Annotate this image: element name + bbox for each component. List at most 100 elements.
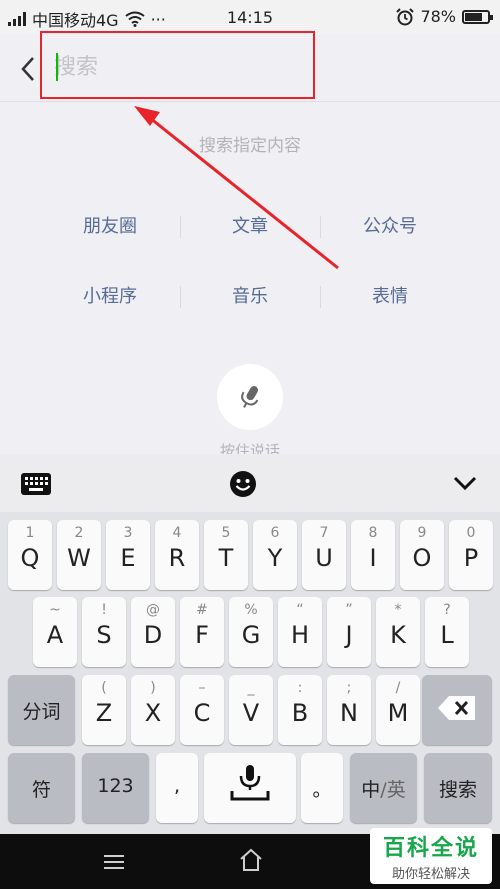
soft-keyboard: 1 Q 2 W 3 E 4 R 5 T 6 Y 7 U 8 I 9 O 0 P ~ A! S @ D # F% G “H” J * K? L(Z…	[0, 454, 500, 834]
key-l[interactable]: ? L	[425, 597, 469, 667]
symbols-key-label: 符	[31, 779, 51, 801]
key-s[interactable]: ! S	[82, 597, 126, 667]
key-w[interactable]: 2W	[57, 520, 101, 590]
numbers-key[interactable]: 123	[82, 753, 149, 823]
key-a[interactable]: ~ A	[33, 597, 77, 667]
category-moments[interactable]: 朋友圈	[40, 212, 180, 238]
chevron-left-icon[interactable]	[16, 54, 40, 84]
key-c[interactable]: – C	[180, 675, 224, 745]
key-f[interactable]: # F	[180, 597, 224, 667]
key-letter-label: P	[463, 544, 479, 572]
key-secondary-label: #	[196, 602, 208, 618]
segment-key-label: 分词	[22, 701, 61, 723]
key-letter-label: B	[291, 699, 309, 727]
key-letter-label: L	[440, 621, 454, 649]
key-secondary-label: 6	[270, 525, 280, 541]
period-key[interactable]: 。	[301, 753, 343, 823]
keyboard-icon[interactable]	[20, 472, 52, 496]
key-letter-label: Q	[20, 544, 40, 572]
key-p[interactable]: 0P	[449, 520, 493, 590]
category-music[interactable]: 音乐	[180, 282, 320, 308]
status-bar: 中国移动4G ··· 14:15 78%	[0, 0, 500, 34]
key-g[interactable]: % G	[229, 597, 273, 667]
microphone-icon	[230, 765, 270, 801]
backspace-key[interactable]	[422, 675, 492, 745]
text-cursor	[56, 53, 58, 81]
key-secondary-label: 0	[466, 525, 476, 541]
key-letter-label: V	[242, 699, 260, 727]
key-secondary-label: ”	[345, 602, 353, 618]
emoji-icon[interactable]	[229, 470, 257, 498]
key-t[interactable]: 5T	[204, 520, 248, 590]
search-input[interactable]	[54, 47, 304, 87]
key-m[interactable]: / M	[376, 675, 420, 745]
category-grid: 朋友圈 文章 公众号 小程序 音乐 表情	[40, 190, 460, 330]
home-icon[interactable]	[238, 848, 264, 872]
key-letter-label: J	[345, 621, 353, 649]
category-stickers[interactable]: 表情	[320, 282, 460, 308]
brand-subtitle: 助你轻松解决	[391, 867, 470, 882]
key-letter-label: G	[241, 621, 261, 649]
key-letter-label: M	[387, 699, 409, 727]
key-o[interactable]: 9O	[400, 520, 444, 590]
category-official-accounts[interactable]: 公众号	[320, 212, 460, 238]
key-letter-label: O	[412, 544, 432, 572]
period-key-label: 。	[312, 779, 332, 801]
key-b[interactable]: :B	[278, 675, 322, 745]
key-secondary-label: 8	[368, 525, 378, 541]
microphone-icon	[241, 386, 259, 408]
key-secondary-label: *	[394, 602, 402, 618]
key-n[interactable]: ; N	[327, 675, 371, 745]
search-key-label: 搜索	[438, 779, 477, 801]
key-z[interactable]: (Z	[82, 675, 126, 745]
key-secondary-label: ;	[346, 680, 352, 696]
key-letter-label: F	[195, 621, 209, 649]
chevron-down-icon[interactable]	[452, 474, 478, 492]
key-h[interactable]: “H	[278, 597, 322, 667]
key-u[interactable]: 7U	[302, 520, 346, 590]
key-secondary-label: 9	[417, 525, 427, 541]
key-secondary-label: !	[101, 602, 107, 618]
hold-to-talk-label: 按住说话	[219, 442, 280, 454]
segment-key[interactable]: 分词	[8, 675, 75, 745]
voice-space-key-label	[204, 765, 296, 808]
language-toggle-key[interactable]: 中/英	[350, 753, 417, 823]
key-secondary-label: @	[146, 602, 160, 618]
comma-key[interactable]: ,	[156, 753, 198, 823]
key-k[interactable]: * K	[376, 597, 420, 667]
key-secondary-label: 7	[319, 525, 329, 541]
key-secondary-label: 4	[172, 525, 182, 541]
key-r[interactable]: 4R	[155, 520, 199, 590]
key-letter-label: X	[144, 699, 162, 727]
key-secondary-label: 5	[221, 525, 231, 541]
key-i[interactable]: 8I	[351, 520, 395, 590]
key-x[interactable]: ) X	[131, 675, 175, 745]
key-letter-label: U	[315, 544, 333, 572]
key-secondary-label: :	[297, 680, 303, 696]
category-articles[interactable]: 文章	[180, 212, 320, 238]
menu-icon[interactable]	[103, 854, 125, 870]
key-y[interactable]: 6Y	[253, 520, 297, 590]
voice-space-key[interactable]	[204, 753, 296, 823]
key-e[interactable]: 3E	[106, 520, 150, 590]
key-q[interactable]: 1Q	[8, 520, 52, 590]
key-letter-label: N	[340, 699, 358, 727]
key-j[interactable]: ” J	[327, 597, 371, 667]
brand-watermark-logo: 百科全说 助你轻松解决	[370, 828, 492, 884]
lang-en: 英	[386, 779, 406, 801]
search-hint: 搜索指定内容	[199, 136, 301, 156]
symbols-key[interactable]: 符	[8, 753, 75, 823]
key-letter-label: D	[143, 621, 163, 649]
search-key[interactable]: 搜索	[424, 753, 492, 823]
key-letter-label: H	[290, 621, 310, 649]
voice-search-button[interactable]	[217, 364, 283, 430]
backspace-icon	[438, 696, 475, 720]
key-d[interactable]: @ D	[131, 597, 175, 667]
key-v[interactable]: _ V	[229, 675, 273, 745]
key-secondary-label: _	[247, 680, 255, 696]
comma-key-label: ,	[173, 775, 181, 797]
category-mini-programs[interactable]: 小程序	[40, 282, 180, 308]
key-secondary-label: ?	[443, 602, 451, 618]
key-secondary-label: )	[150, 680, 156, 696]
key-letter-label: T	[218, 544, 234, 572]
